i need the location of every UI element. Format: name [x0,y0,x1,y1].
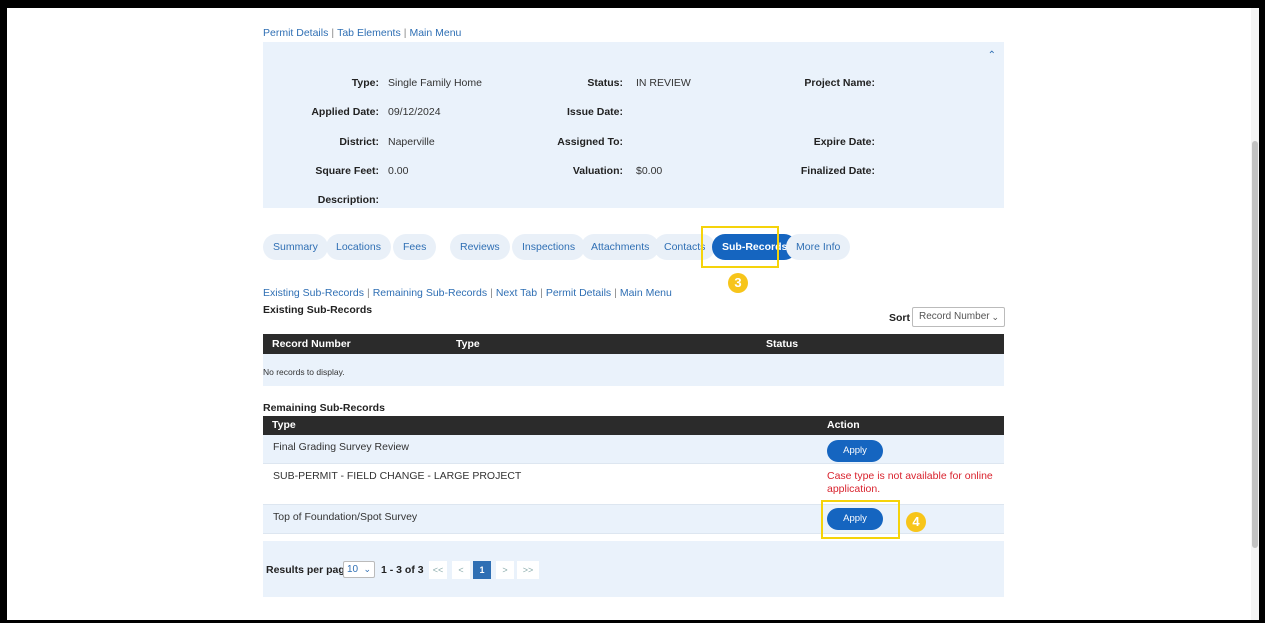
col-remaining-type: Type [272,419,296,431]
district-value: Naperville [388,136,435,148]
square-feet-label: Square Feet: [315,165,379,177]
status-value: IN REVIEW [636,77,691,89]
vertical-scrollbar[interactable] [1251,8,1259,620]
valuation-value: $0.00 [636,165,663,177]
link-main-menu-2[interactable]: Main Menu [620,287,672,299]
per-page-value: 10 [347,564,359,575]
link-permit-details-2[interactable]: Permit Details [546,287,611,299]
existing-sub-records-title: Existing Sub-Records [263,304,373,316]
link-tab-elements[interactable]: Tab Elements [337,27,401,39]
link-remaining-sub-records[interactable]: Remaining Sub-Records [373,287,487,299]
apply-highlight [821,500,900,539]
link-existing-sub-records[interactable]: Existing Sub-Records [263,287,364,299]
page-1-button[interactable]: 1 [473,561,491,579]
scrollbar-thumb[interactable] [1252,141,1258,548]
row-type: Final Grading Survey Review [273,441,409,453]
sub-records-highlight [701,226,779,268]
link-next-tab[interactable]: Next Tab [496,287,537,299]
tab-inspections[interactable]: Inspections [512,234,586,260]
results-per-page-label: Results per page [266,564,351,576]
browser-viewport: Permit Details | Tab Elements | Main Menu ⌃ … [7,8,1259,620]
not-available-message: Case type is not available for online ap… [827,470,993,495]
step-4-badge: 4 [906,512,926,532]
top-breadcrumb: Permit Details | Tab Elements | Main Menu [263,27,462,39]
tab-locations[interactable]: Locations [326,234,391,260]
table-row: SUB-PERMIT - FIELD CHANGE - LARGE PROJEC… [263,464,1004,505]
col-record-number[interactable]: Record Number [272,338,351,350]
existing-table-body: No records to display. [263,354,1004,386]
chevron-down-icon: ⌄ [991,312,999,322]
type-label: Type: [351,77,379,89]
sort-label: Sort [889,312,910,324]
apply-button[interactable]: Apply [827,440,883,462]
description-label: Description: [317,194,379,206]
sub-records-breadcrumb: Existing Sub-Records | Remaining Sub-Recor… [263,287,672,299]
per-page-select[interactable]: 10 ⌄ [343,561,375,578]
row-type: Top of Foundation/Spot Survey [273,511,418,523]
district-label: District: [339,136,379,148]
col-status[interactable]: Status [766,338,798,350]
type-value: Single Family Home [388,77,482,89]
no-records-message: No records to display. [263,367,345,377]
finalized-date-label: Finalized Date: [800,165,875,177]
link-permit-details[interactable]: Permit Details [263,27,328,39]
last-page-button[interactable]: >> [517,561,539,579]
row-type: SUB-PERMIT - FIELD CHANGE - LARGE PROJEC… [273,470,522,482]
pagination-bar: Results per page 10 ⌄ 1 - 3 of 3 << < 1 … [263,541,1004,597]
project-name-label: Project Name: [804,77,875,89]
issue-date-label: Issue Date: [566,106,623,118]
results-range: 1 - 3 of 3 [381,564,424,576]
applied-date-label: Applied Date: [311,106,379,118]
status-label: Status: [587,77,623,89]
existing-table-header: Record Number Type Status [263,334,1004,354]
next-page-button[interactable]: > [496,561,514,579]
collapse-chevron-icon[interactable]: ⌃ [988,50,996,61]
prev-page-button[interactable]: < [452,561,470,579]
table-row: Final Grading Survey Review Apply [263,435,1004,464]
link-main-menu[interactable]: Main Menu [409,27,461,39]
assigned-to-label: Assigned To: [557,136,623,148]
tab-fees[interactable]: Fees [393,234,437,260]
first-page-button[interactable]: << [429,561,447,579]
square-feet-value: 0.00 [388,165,409,177]
sort-select-value: Record Number [919,311,990,322]
col-type[interactable]: Type [456,338,480,350]
expire-date-label: Expire Date: [813,136,875,148]
valuation-label: Valuation: [572,165,623,177]
tab-summary[interactable]: Summary [263,234,328,260]
tab-more-info[interactable]: More Info [786,234,851,260]
permit-info-panel: ⌃ Type: Single Family Home Status: IN RE… [263,42,1004,208]
step-3-badge: 3 [728,273,748,293]
applied-date-value: 09/12/2024 [388,106,441,118]
remaining-sub-records-title: Remaining Sub-Records [263,402,385,414]
chevron-down-icon: ⌄ [363,564,371,574]
tab-reviews[interactable]: Reviews [450,234,510,260]
remaining-table-header: Type Action [263,416,1004,435]
sort-select[interactable]: Record Number ⌄ [912,307,1005,327]
tab-attachments[interactable]: Attachments [581,234,660,260]
col-action: Action [827,419,860,431]
